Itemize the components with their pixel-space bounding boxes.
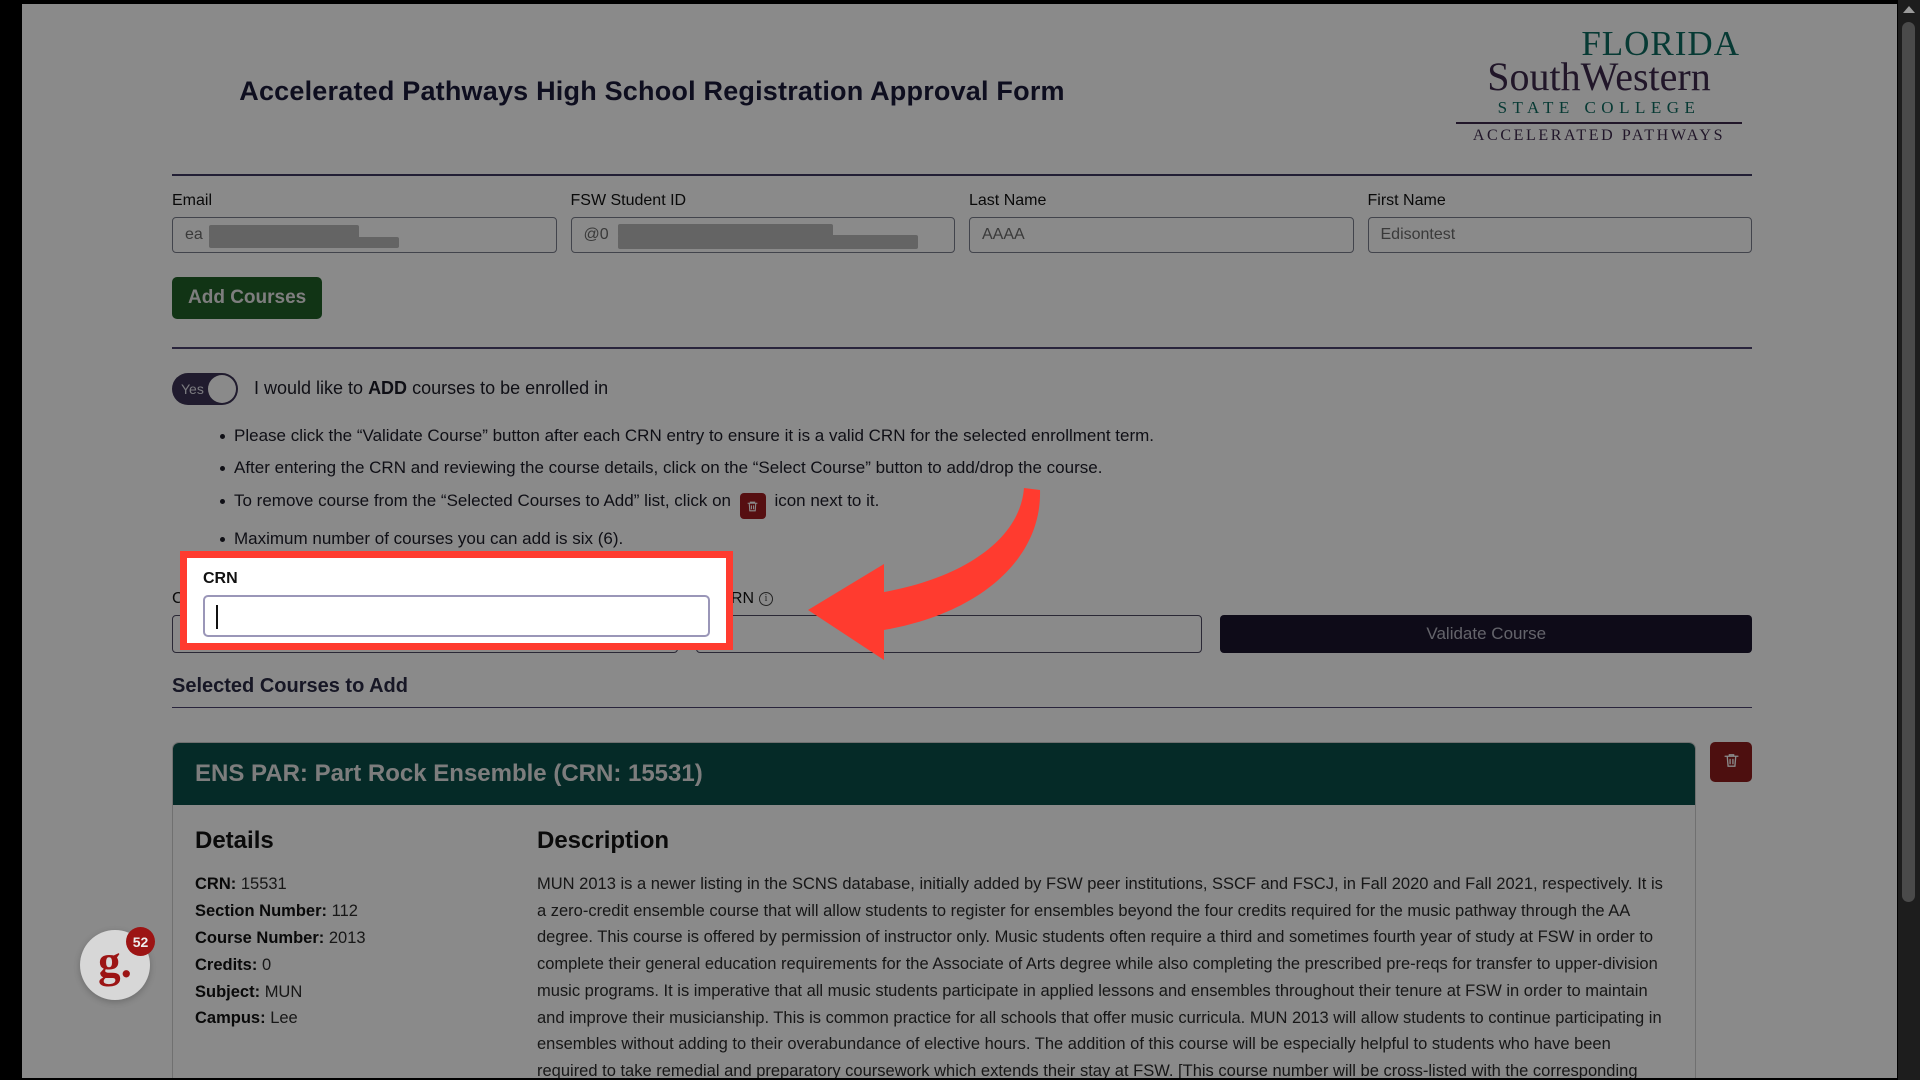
validate-course-group: Validate Course	[1220, 614, 1753, 653]
add-courses-toggle-row: Yes I would like to ADD courses to be en…	[172, 372, 1752, 405]
logo-line-southwestern: SouthWestern	[1487, 54, 1711, 99]
help-chat-widget[interactable]: g. 52	[80, 927, 155, 1000]
email-label: Email	[172, 192, 213, 209]
first-name-value: Edisontest	[1380, 226, 1456, 243]
detail-value: Lee	[270, 1009, 298, 1028]
selected-courses-divider	[172, 706, 1752, 708]
last-name-field-group: Last Name AAAA	[969, 192, 1354, 253]
form-content-column: Accelerated Pathways High School Registr…	[172, 4, 1753, 1078]
email-input[interactable]: ea	[172, 217, 557, 253]
detail-value: MUN	[264, 982, 303, 1001]
widget-notification-badge: 52	[126, 927, 155, 956]
instruction-remove-pre: To remove course from the “Selected Cour…	[234, 490, 736, 510]
description-title: Description	[537, 827, 670, 854]
detail-row-course-number: Course Number: 2013	[195, 925, 495, 952]
course-card-header: ENS PAR: Part Rock Ensemble (CRN: 15531)	[173, 743, 1695, 805]
add-courses-toggle[interactable]: Yes	[172, 372, 238, 405]
add-courses-button[interactable]: Add Courses	[172, 277, 323, 319]
instruction-item: Please click the “Validate Course” butto…	[220, 423, 1752, 449]
page-header: Accelerated Pathways High School Registr…	[172, 4, 1752, 174]
detail-label: Campus:	[195, 1009, 266, 1028]
fsw-student-id-label: FSW Student ID	[570, 192, 687, 209]
toggle-description: I would like to ADD courses to be enroll…	[254, 378, 608, 399]
first-name-field-group: First Name Edisontest	[1367, 192, 1752, 253]
instruction-item: Maximum number of courses you can add is…	[220, 526, 1752, 552]
fsw-student-id-field-group: FSW Student ID @0	[570, 192, 955, 253]
toggle-state-label: Yes	[181, 380, 204, 397]
crn-input-focused[interactable]	[203, 595, 710, 637]
instruction-item-remove-course: To remove course from the “Selected Cour…	[220, 488, 1752, 519]
section-divider	[172, 347, 1752, 349]
crn-highlight-inner: CRN	[187, 558, 726, 643]
detail-label: Credits:	[195, 955, 258, 974]
detail-label: Section Number:	[195, 901, 328, 920]
fsw-student-id-value: @0	[583, 226, 609, 243]
selected-courses-heading: Selected Courses to Add	[172, 674, 408, 697]
first-name-input[interactable]: Edisontest	[1367, 217, 1752, 253]
detail-row-credits: Credits: 0	[195, 952, 495, 979]
course-details-column: Details CRN: 15531 Section Number: 112 C…	[195, 827, 495, 1078]
first-name-label: First Name	[1367, 192, 1446, 209]
detail-value: 112	[331, 901, 358, 920]
window-left-edge	[0, 0, 22, 1080]
last-name-label: Last Name	[969, 192, 1047, 209]
last-name-value: AAAA	[982, 226, 1025, 243]
page-title: Accelerated Pathways High School Registr…	[239, 76, 1065, 106]
info-icon[interactable]: i	[759, 591, 774, 606]
vertical-scrollbar[interactable]	[1898, 0, 1920, 1080]
toggle-knob	[208, 374, 236, 403]
instruction-remove-post: icon next to it.	[769, 490, 880, 510]
detail-label: Subject:	[195, 982, 261, 1001]
alt-crn-label: Alt CRN i	[696, 590, 1202, 608]
email-redaction-bar	[209, 237, 399, 248]
logo-divider	[1456, 122, 1742, 124]
scroll-up-arrow-icon[interactable]	[1903, 6, 1915, 13]
registration-form-page: Accelerated Pathways High School Registr…	[22, 4, 1897, 1078]
course-description-column: Description MUN 2013 is a newer listing …	[537, 827, 1673, 1078]
remove-course-button[interactable]	[1710, 742, 1752, 782]
course-card-body: Details CRN: 15531 Section Number: 112 C…	[173, 805, 1695, 1078]
toggle-desc-strong: ADD	[368, 378, 408, 398]
identity-field-row: Email ea FSW Student ID @0 Last Name AAA…	[172, 176, 1752, 253]
validate-course-button[interactable]: Validate Course	[1220, 614, 1753, 653]
detail-label: Course Number:	[195, 928, 325, 947]
logo-line-accelerated-pathways: ACCELERATED PATHWAYS	[1472, 126, 1726, 144]
detail-value: 15531	[240, 875, 287, 893]
detail-row-section-number: Section Number: 112	[195, 898, 495, 925]
course-card: ENS PAR: Part Rock Ensemble (CRN: 15531)…	[172, 742, 1696, 1078]
instruction-item: After entering the CRN and reviewing the…	[220, 455, 1752, 481]
logo-line-state-college: STATE COLLEGE	[1497, 98, 1701, 117]
detail-value: 0	[261, 955, 272, 974]
fsw-student-id-input[interactable]: @0	[570, 217, 955, 253]
detail-row-campus: Campus: Lee	[195, 1005, 495, 1032]
crn-highlight-label: CRN	[203, 570, 238, 587]
trash-icon	[1723, 751, 1740, 773]
detail-row-subject: Subject: MUN	[195, 979, 495, 1006]
crn-highlight-annotation: CRN	[180, 551, 733, 650]
alt-crn-input[interactable]	[696, 614, 1203, 653]
details-title: Details	[195, 827, 274, 854]
scrollbar-thumb[interactable]	[1902, 22, 1915, 902]
detail-value: 2013	[328, 928, 366, 947]
toggle-desc-pre: I would like to	[254, 378, 369, 398]
fsw-logo: FLORIDA SouthWestern STATE COLLEGE ACCEL…	[1454, 26, 1744, 144]
browser-window: Accelerated Pathways High School Registr…	[0, 0, 1920, 1080]
detail-label: CRN:	[195, 875, 237, 893]
detail-row-crn: CRN: 15531	[195, 871, 495, 898]
description-text: MUN 2013 is a newer listing in the SCNS …	[537, 875, 1663, 1078]
text-caret	[216, 605, 218, 629]
alt-crn-field-group: Alt CRN i	[696, 590, 1203, 653]
email-value: ea	[185, 226, 203, 243]
instructions-list: Please click the “Validate Course” butto…	[220, 423, 1752, 552]
last-name-input[interactable]: AAAA	[969, 217, 1354, 253]
email-field-group: Email ea	[172, 192, 557, 253]
student-id-redaction-bar	[617, 235, 918, 249]
trash-icon	[739, 493, 766, 519]
selected-course-card-row: ENS PAR: Part Rock Ensemble (CRN: 15531)…	[172, 742, 1752, 1078]
toggle-desc-post: courses to be enrolled in	[407, 378, 609, 398]
